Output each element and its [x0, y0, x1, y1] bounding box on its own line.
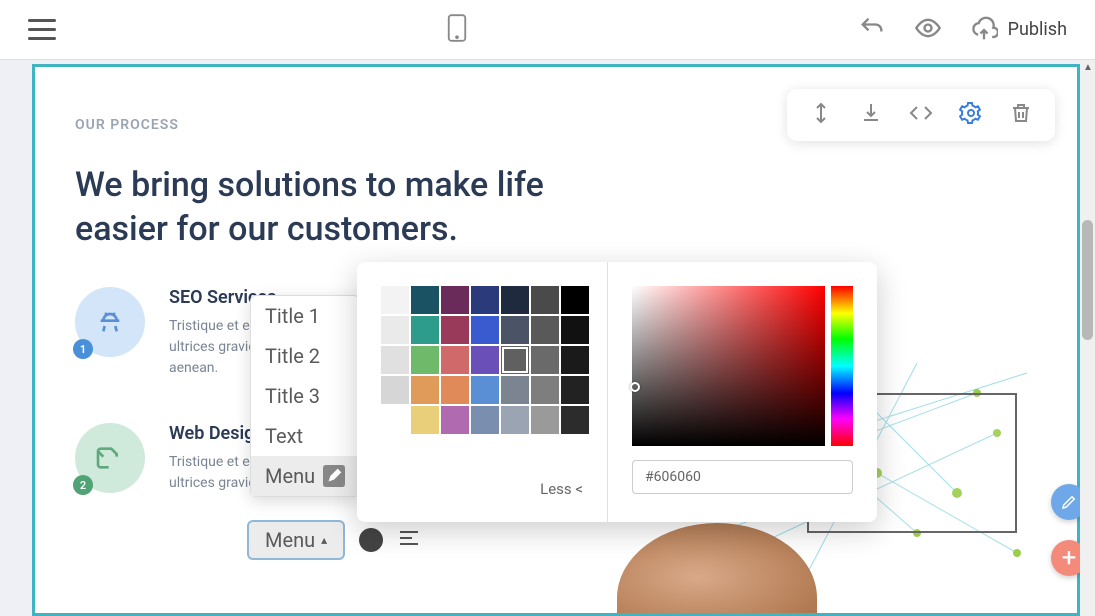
device-mobile-icon[interactable]: [446, 13, 468, 47]
text-style-option[interactable]: Title 1: [251, 296, 359, 336]
color-swatch[interactable]: [471, 286, 499, 314]
color-swatch[interactable]: [501, 346, 529, 374]
color-swatch[interactable]: [381, 376, 409, 404]
element-toolbar: [787, 89, 1055, 141]
color-swatch[interactable]: [381, 406, 409, 434]
text-style-option[interactable]: Title 3: [251, 376, 359, 416]
color-swatch[interactable]: [441, 376, 469, 404]
feature-badge: 2: [73, 475, 93, 495]
feature-icon-seo: 1: [75, 287, 145, 357]
align-left-icon[interactable]: [397, 526, 421, 554]
text-style-option[interactable]: Text: [251, 416, 359, 456]
color-swatch[interactable]: [381, 346, 409, 374]
color-swatch[interactable]: [501, 316, 529, 344]
color-swatch[interactable]: [471, 406, 499, 434]
scroll-thumb[interactable]: [1082, 220, 1093, 340]
code-icon[interactable]: [909, 101, 933, 129]
delete-trash-icon[interactable]: [1009, 101, 1033, 129]
format-bar: Menu ▴: [247, 520, 421, 560]
saturation-cursor[interactable]: [630, 382, 640, 392]
color-swatch[interactable]: [411, 316, 439, 344]
text-style-menu: Title 1 Title 2 Title 3 Text Menu: [250, 295, 360, 497]
topbar: Publish: [0, 0, 1095, 60]
text-style-option[interactable]: Title 2: [251, 336, 359, 376]
color-swatch[interactable]: [471, 346, 499, 374]
color-swatch[interactable]: [531, 376, 559, 404]
color-picker: Less <: [357, 262, 877, 522]
color-swatch[interactable]: [501, 406, 529, 434]
text-style-menu-edit[interactable]: Menu: [251, 456, 359, 496]
color-swatch[interactable]: [531, 346, 559, 374]
color-swatch[interactable]: [381, 286, 409, 314]
publish-button[interactable]: Publish: [970, 16, 1067, 44]
color-swatch[interactable]: [441, 286, 469, 314]
publish-label: Publish: [1008, 19, 1067, 40]
feature-badge: 1: [73, 339, 93, 359]
hex-input[interactable]: [632, 460, 853, 494]
download-icon[interactable]: [859, 101, 883, 129]
pencil-icon: [323, 465, 345, 487]
color-swatch[interactable]: [471, 376, 499, 404]
saturation-box[interactable]: [632, 286, 825, 446]
color-swatch[interactable]: [531, 406, 559, 434]
color-swatch[interactable]: [411, 346, 439, 374]
color-swatch[interactable]: [561, 316, 589, 344]
color-swatch[interactable]: [471, 316, 499, 344]
color-swatch[interactable]: [561, 376, 589, 404]
color-swatch[interactable]: [441, 406, 469, 434]
color-swatch[interactable]: [411, 406, 439, 434]
color-swatch[interactable]: [561, 346, 589, 374]
caret-up-icon: ▴: [321, 533, 327, 547]
color-swatch[interactable]: [531, 286, 559, 314]
color-swatch[interactable]: [441, 316, 469, 344]
format-menu-button[interactable]: Menu ▴: [247, 520, 345, 560]
hue-slider[interactable]: [831, 286, 853, 446]
move-vertical-icon[interactable]: [809, 101, 833, 129]
menu-hamburger[interactable]: [28, 19, 56, 40]
scroll-up-arrow[interactable]: ▲: [1083, 62, 1093, 73]
color-swatch[interactable]: [441, 346, 469, 374]
color-swatch[interactable]: [501, 286, 529, 314]
color-swatch[interactable]: [411, 376, 439, 404]
less-toggle[interactable]: Less <: [381, 480, 583, 498]
feature-icon-web: 2: [75, 423, 145, 493]
settings-gear-icon[interactable]: [959, 101, 983, 129]
swatch-grid: [381, 286, 583, 434]
color-swatch[interactable]: [501, 376, 529, 404]
color-swatch[interactable]: [411, 286, 439, 314]
preview-eye-icon[interactable]: [914, 14, 942, 46]
undo-icon[interactable]: [858, 14, 886, 46]
vertical-scrollbar[interactable]: ▲: [1080, 60, 1095, 616]
color-swatch[interactable]: [531, 316, 559, 344]
color-swatch[interactable]: [381, 316, 409, 344]
section-title: We bring solutions to make life easier f…: [75, 163, 575, 251]
color-swatch[interactable]: [561, 406, 589, 434]
color-swatch[interactable]: [561, 286, 589, 314]
color-swatch-button[interactable]: [359, 528, 383, 552]
